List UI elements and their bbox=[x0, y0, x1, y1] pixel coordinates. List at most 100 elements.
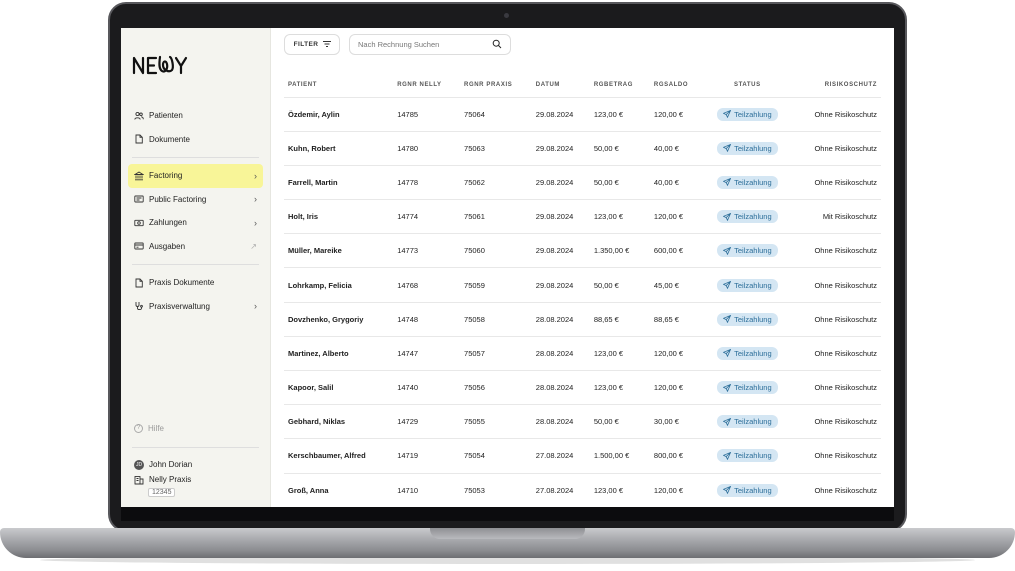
cell-rgnr-nelly: 14778 bbox=[393, 165, 461, 201]
sidebar-divider bbox=[132, 447, 259, 448]
status-label: Teilzahlung bbox=[734, 280, 772, 290]
status-badge: Teilzahlung bbox=[717, 449, 778, 463]
cell-rgbetrag: 1.500,00 € bbox=[589, 438, 650, 474]
sidebar-item-public-factoring[interactable]: Public Factoring › bbox=[128, 188, 263, 212]
cell-datum: 28.08.2024 bbox=[531, 302, 590, 337]
cell-rgnr-nelly: 14719 bbox=[393, 438, 461, 474]
send-icon bbox=[723, 110, 732, 119]
table-header-row: PATIENT RGNR NELLY RGNR PRAXIS DATUM RGBETRA… bbox=[284, 74, 881, 98]
status-badge: Teilzahlung bbox=[717, 278, 778, 292]
cell-risikoschutz: Ohne Risikoschutz bbox=[791, 131, 881, 166]
cell-risikoschutz: Mit Risikoschutz bbox=[791, 199, 881, 235]
column-header-rgnr-nelly[interactable]: RGNR NELLY bbox=[393, 74, 461, 98]
table-row[interactable]: Lohrkamp, Felicia 14768 75059 29.08.2024 50,… bbox=[284, 267, 881, 303]
sidebar-item-factoring[interactable]: Factoring › bbox=[128, 164, 263, 188]
cell-status: Teilzahlung bbox=[703, 370, 792, 406]
user-panel[interactable]: JD John Dorian Nelly Praxis 12345 bbox=[134, 457, 192, 497]
send-icon bbox=[723, 349, 732, 358]
table-row[interactable]: Martinez, Alberto 14747 75057 28.08.2024 123… bbox=[284, 336, 881, 372]
status-label: Teilzahlung bbox=[734, 177, 772, 187]
cell-rgnr-nelly: 14773 bbox=[393, 233, 461, 269]
table-row[interactable]: Kuhn, Robert 14780 75063 29.08.2024 50,00 €4… bbox=[284, 131, 881, 166]
user-name: John Dorian bbox=[149, 460, 193, 469]
table-row[interactable]: Holt, Iris 14774 75061 29.08.2024 123,00 €12… bbox=[284, 199, 881, 235]
table-row[interactable]: Gebhard, Niklas 14729 75055 28.08.2024 50,00… bbox=[284, 404, 881, 440]
status-badge: Teilzahlung bbox=[717, 381, 778, 395]
sidebar-item-label: Factoring bbox=[149, 171, 183, 181]
cell-rgnr-nelly: 14768 bbox=[393, 267, 461, 303]
chevron-right-icon: › bbox=[254, 194, 257, 205]
nelly-logo[interactable] bbox=[132, 54, 188, 76]
sidebar-item-label: Zahlungen bbox=[149, 218, 187, 228]
cell-patient: Gebhard, Niklas bbox=[284, 404, 394, 440]
sidebar-item-zahlungen[interactable]: Zahlungen › bbox=[128, 211, 263, 235]
table-row[interactable]: Özdemir, Aylin 14785 75064 29.08.2024 123,00… bbox=[284, 97, 881, 132]
column-header-status[interactable]: STATUS bbox=[703, 74, 792, 98]
cell-rgbetrag: 50,00 € bbox=[589, 267, 650, 303]
filter-button[interactable]: FILTER bbox=[284, 34, 340, 55]
table-row[interactable]: Müller, Mareike 14773 75060 29.08.2024 1.350… bbox=[284, 233, 881, 269]
search-input[interactable] bbox=[358, 40, 488, 49]
sidebar-item-praxis-dokumente[interactable]: Praxis Dokumente bbox=[128, 271, 263, 295]
help-link[interactable]: ? Hilfe bbox=[134, 424, 164, 433]
status-label: Teilzahlung bbox=[734, 314, 772, 324]
cell-status: Teilzahlung bbox=[703, 233, 792, 269]
status-label: Teilzahlung bbox=[734, 143, 772, 153]
cell-datum: 29.08.2024 bbox=[531, 165, 590, 201]
cell-patient: Groß, Anna bbox=[284, 473, 394, 507]
cell-rgbetrag: 1.350,00 € bbox=[589, 233, 650, 269]
table-row[interactable]: Dovzhenko, Grygoriy 14748 75058 28.08.2024 8… bbox=[284, 302, 881, 337]
cell-datum: 29.08.2024 bbox=[531, 97, 590, 132]
cell-rgnr-nelly: 14780 bbox=[393, 131, 461, 166]
sidebar-item-label: Public Factoring bbox=[149, 194, 207, 204]
column-header-patient[interactable]: PATIENT bbox=[284, 74, 394, 98]
table-row[interactable]: Farrell, Martin 14778 75062 29.08.2024 50,00… bbox=[284, 165, 881, 201]
cell-status: Teilzahlung bbox=[703, 404, 792, 440]
sidebar-item-label: Ausgaben bbox=[149, 241, 186, 251]
column-header-risikoschutz[interactable]: RISIKOSCHUTZ bbox=[791, 74, 881, 98]
cell-rgnr-nelly: 14729 bbox=[393, 404, 461, 440]
status-label: Teilzahlung bbox=[734, 485, 772, 495]
column-header-datum[interactable]: DATUM bbox=[531, 74, 590, 98]
sidebar-item-patienten[interactable]: Patienten bbox=[128, 104, 263, 128]
cell-rgsaldo: 120,00 € bbox=[649, 336, 704, 372]
sidebar-item-label: Patienten bbox=[149, 111, 183, 121]
avatar: JD bbox=[134, 459, 144, 470]
cell-patient: Dovzhenko, Grygoriy bbox=[284, 302, 394, 337]
cell-rgnr-praxis: 75060 bbox=[460, 233, 532, 269]
camera bbox=[504, 13, 509, 18]
send-icon bbox=[723, 486, 732, 495]
sidebar-item-dokumente[interactable]: Dokumente bbox=[128, 128, 263, 152]
column-header-rgsaldo[interactable]: RGSALDO bbox=[649, 74, 704, 98]
cell-rgbetrag: 50,00 € bbox=[589, 404, 650, 440]
column-header-rgbetrag[interactable]: RGBETRAG bbox=[589, 74, 650, 98]
cell-rgnr-nelly: 14785 bbox=[393, 97, 461, 132]
cell-datum: 27.08.2024 bbox=[531, 473, 590, 507]
cell-rgbetrag: 123,00 € bbox=[589, 336, 650, 372]
cell-rgbetrag: 123,00 € bbox=[589, 97, 650, 132]
status-label: Teilzahlung bbox=[734, 109, 772, 119]
table-row[interactable]: Groß, Anna 14710 75053 27.08.2024 123,00 €12… bbox=[284, 473, 881, 507]
cell-rgbetrag: 88,65 € bbox=[589, 302, 650, 337]
praxis-name: Nelly Praxis bbox=[149, 475, 192, 484]
main-content: FILTER PATIENTRGNR NELLYRGNR PRAXISDATUM… bbox=[271, 28, 894, 507]
sidebar-item-ausgaben[interactable]: Ausgaben ↗ bbox=[128, 235, 263, 259]
laptop-mockup: Patienten Dokumente Factoring › Public F… bbox=[0, 0, 1015, 571]
sidebar-item-praxisverwaltung[interactable]: Praxisverwaltung › bbox=[128, 295, 263, 319]
cell-risikoschutz: Ohne Risikoschutz bbox=[791, 302, 881, 337]
cell-rgnr-praxis: 75058 bbox=[460, 302, 532, 337]
send-icon bbox=[723, 178, 732, 187]
cell-rgnr-praxis: 75054 bbox=[460, 438, 532, 474]
table-row[interactable]: Kapoor, Salil 14740 75056 28.08.2024 123,00 … bbox=[284, 370, 881, 406]
cell-rgnr-nelly: 14747 bbox=[393, 336, 461, 372]
table-row[interactable]: Kerschbaumer, Alfred 14719 75054 27.08.2024… bbox=[284, 438, 881, 474]
search-icon[interactable] bbox=[492, 36, 502, 54]
file-icon bbox=[134, 278, 144, 288]
cell-datum: 29.08.2024 bbox=[531, 233, 590, 269]
cell-status: Teilzahlung bbox=[703, 97, 792, 132]
cell-risikoschutz: Ohne Risikoschutz bbox=[791, 438, 881, 474]
search-box[interactable] bbox=[349, 34, 511, 55]
column-header-rgnr-praxis[interactable]: RGNR PRAXIS bbox=[460, 74, 532, 98]
cell-risikoschutz: Ohne Risikoschutz bbox=[791, 473, 881, 507]
users-icon bbox=[134, 111, 144, 121]
